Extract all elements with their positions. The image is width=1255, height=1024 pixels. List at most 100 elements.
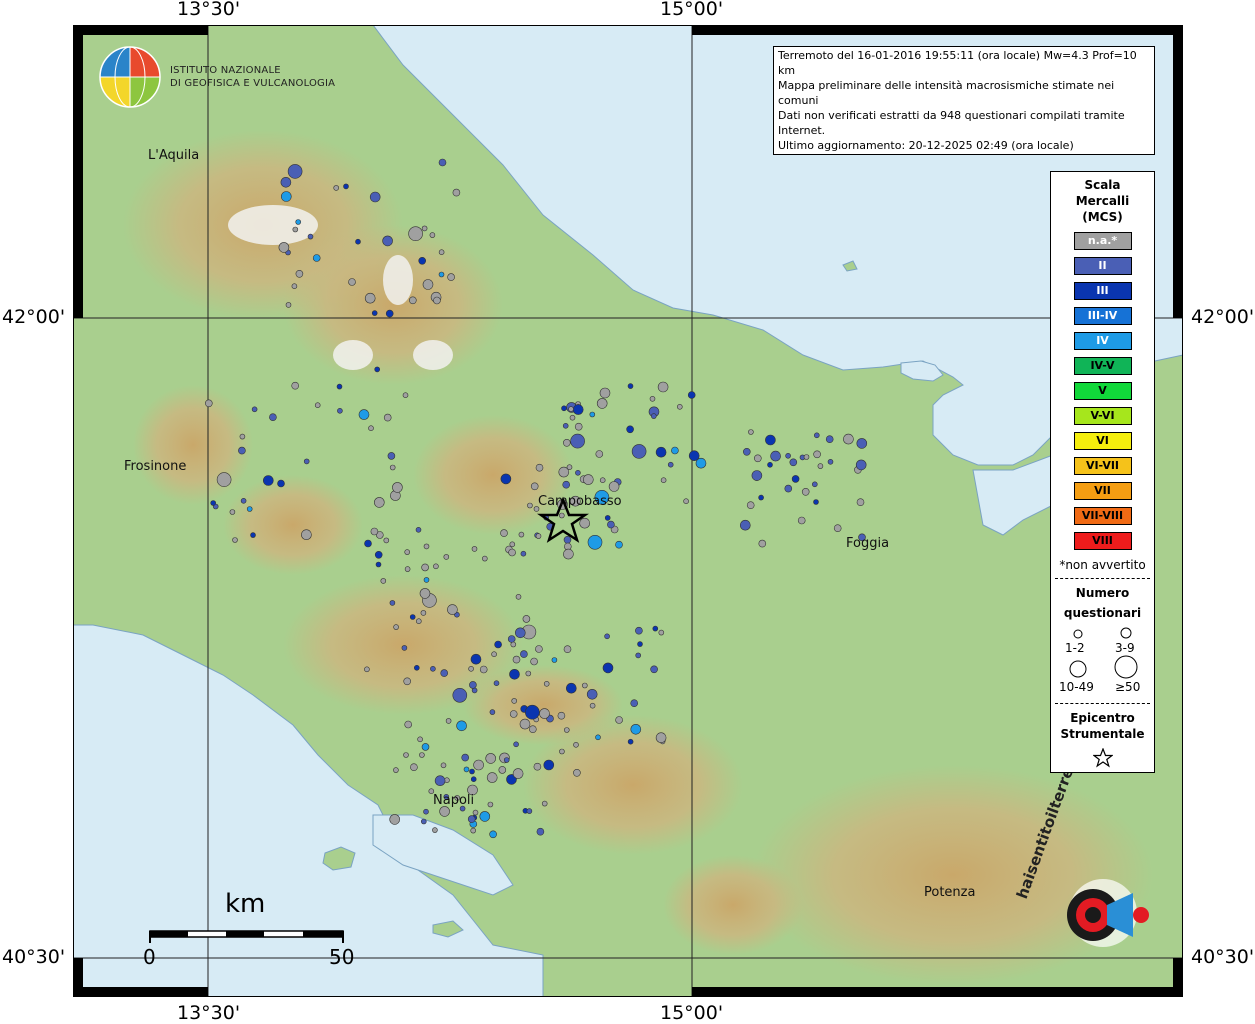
intensity-dot xyxy=(563,548,574,560)
intensity-dot xyxy=(389,464,396,471)
intensity-dot xyxy=(599,477,606,484)
intensity-dot xyxy=(667,461,674,468)
intensity-dot xyxy=(589,411,596,418)
intensity-dot xyxy=(676,403,683,410)
intensity-dot xyxy=(250,532,256,538)
intensity-dot xyxy=(472,809,479,816)
intensity-dot xyxy=(246,506,253,512)
intensity-dot xyxy=(615,540,623,549)
intensity-dot xyxy=(608,481,620,492)
intensity-dot xyxy=(498,766,507,774)
intensity-dot xyxy=(205,399,213,408)
intensity-dot xyxy=(508,548,516,557)
scale-min: 0 xyxy=(143,945,156,969)
intensity-dot xyxy=(447,273,455,281)
size-label-1: 1-2 xyxy=(1065,641,1085,655)
intensity-dot xyxy=(471,546,478,552)
intensity-dot xyxy=(445,718,452,724)
intensity-dot xyxy=(767,461,773,468)
intensity-dot xyxy=(392,482,403,493)
legend-swatch: VI-VII xyxy=(1073,457,1132,475)
intensity-dot xyxy=(479,811,491,822)
intensity-dot xyxy=(364,539,372,548)
intensity-dot xyxy=(463,766,470,773)
intensity-dot xyxy=(581,682,588,689)
intensity-dot xyxy=(526,808,533,814)
intensity-dot xyxy=(287,164,303,179)
intensity-dot xyxy=(596,398,608,409)
intensity-dot xyxy=(637,641,643,647)
intensity-dot xyxy=(380,578,387,584)
top-lon-label-1: 13°30' xyxy=(177,0,241,20)
legend-swatch: VII xyxy=(1073,482,1132,500)
intensity-dot xyxy=(509,710,518,718)
legend-separator-2 xyxy=(1055,703,1150,704)
size-label-3: 10-49 xyxy=(1059,680,1094,694)
intensity-dot xyxy=(509,541,516,548)
city-foggia: Foggia xyxy=(846,536,890,551)
intensity-dot xyxy=(269,413,277,422)
intensity-dot xyxy=(467,815,476,823)
intensity-dot xyxy=(827,458,834,465)
intensity-dot xyxy=(423,577,430,583)
intensity-dot xyxy=(295,270,304,278)
intensity-dot xyxy=(494,640,502,649)
intensity-dot xyxy=(813,432,820,439)
intensity-dot xyxy=(627,738,634,745)
legend-title3: (MCS) xyxy=(1082,210,1123,224)
intensity-dot xyxy=(630,699,639,708)
intensity-dot xyxy=(539,708,550,719)
intensity-dot xyxy=(817,463,824,469)
intensity-dot xyxy=(770,450,781,462)
intensity-dot xyxy=(503,757,510,763)
intensity-dot xyxy=(364,666,370,673)
intensity-dot xyxy=(655,732,667,744)
legend-swatch: III-IV xyxy=(1073,307,1132,325)
intensity-dot xyxy=(433,563,439,570)
intensity-dot xyxy=(525,670,532,677)
intensity-dot xyxy=(559,748,565,755)
intensity-dot xyxy=(785,452,791,459)
intensity-dot xyxy=(301,529,312,541)
intensity-dot xyxy=(813,450,821,459)
intensity-dot xyxy=(533,762,542,771)
intensity-dot xyxy=(801,487,810,496)
legend-swatch: V-VI xyxy=(1073,407,1132,425)
intensity-dot xyxy=(635,652,642,659)
intensity-dot xyxy=(303,458,310,465)
intensity-dot xyxy=(561,405,567,412)
intensity-dot xyxy=(607,520,615,529)
intensity-dot xyxy=(683,498,689,505)
intensity-dot xyxy=(447,604,458,615)
intensity-dot xyxy=(371,310,378,316)
intensity-dot xyxy=(528,725,537,734)
intensity-dot xyxy=(582,474,594,485)
intensity-dot xyxy=(295,219,301,225)
intensity-dot xyxy=(404,549,411,555)
intensity-dot xyxy=(383,537,390,544)
intensity-dot xyxy=(843,433,854,445)
intensity-dot xyxy=(558,512,565,519)
scale-max: 50 xyxy=(329,945,355,969)
intensity-dot xyxy=(358,409,370,420)
intensity-dot xyxy=(562,480,571,489)
legend-swatch: n.a.* xyxy=(1073,232,1132,250)
legend-swatch: VI xyxy=(1073,432,1132,450)
city-campobasso: Campobasso xyxy=(538,494,622,509)
map-canvas[interactable] xyxy=(73,25,1183,997)
intensity-dot xyxy=(278,242,290,253)
intensity-dot xyxy=(430,665,436,672)
intensity-dot xyxy=(403,677,412,686)
intensity-dot xyxy=(370,527,379,536)
intensity-dot xyxy=(312,254,321,262)
legend-swatch: VIII xyxy=(1073,532,1132,550)
intensity-dot xyxy=(421,563,429,572)
intensity-dot xyxy=(387,452,396,460)
intensity-dot xyxy=(797,516,806,525)
intensity-dot xyxy=(291,283,298,290)
intensity-dot xyxy=(239,433,246,440)
intensity-dot xyxy=(751,470,763,481)
intensity-dot xyxy=(530,657,538,666)
intensity-dot xyxy=(470,827,477,834)
intensity-dot xyxy=(650,665,658,674)
